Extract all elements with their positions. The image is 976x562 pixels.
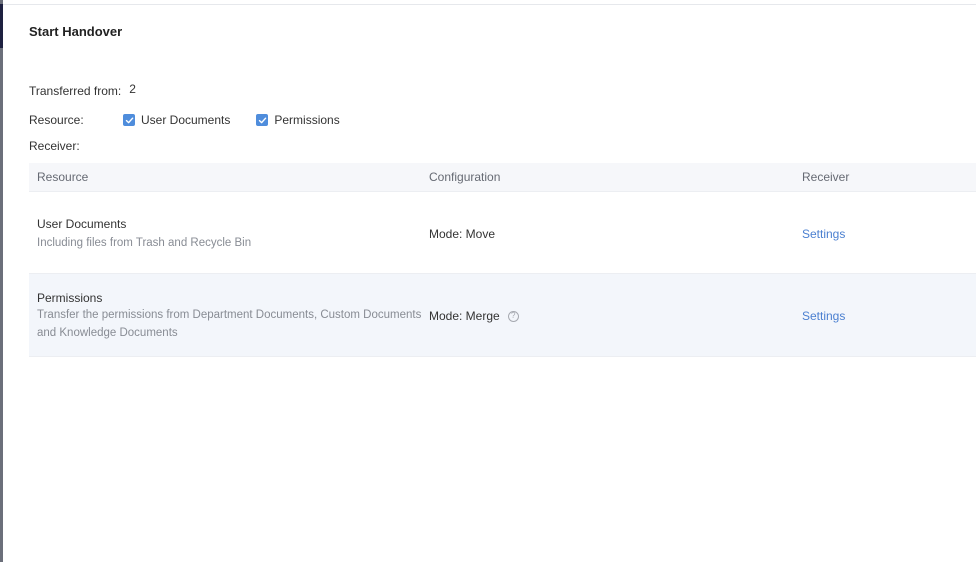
row-mode: Mode: Merge ? [429, 309, 519, 323]
row-resource-description-line1: Transfer the permissions from Department… [37, 309, 422, 321]
checkbox-label-user-documents: User Documents [141, 113, 231, 127]
row-resource-title: User Documents [37, 217, 127, 231]
row-receiver-cell: Settings [802, 309, 845, 323]
handover-table: Resource Configuration Receiver User Doc… [29, 163, 976, 357]
transferred-from-row: Transferred from: 2 [29, 82, 136, 98]
transferred-from-label: Transferred from: [29, 84, 122, 98]
table-header: Resource Configuration Receiver [29, 163, 976, 192]
settings-link[interactable]: Settings [802, 227, 845, 241]
header-configuration: Configuration [429, 170, 501, 184]
checkbox-permissions[interactable]: Permissions [256, 113, 340, 127]
header-resource: Resource [37, 170, 89, 184]
settings-link[interactable]: Settings [802, 309, 845, 323]
transferred-from-value: 2 [129, 82, 136, 96]
checkmark-icon[interactable] [256, 114, 269, 126]
question-circle-icon[interactable]: ? [507, 310, 519, 322]
checkbox-user-documents[interactable]: User Documents [123, 113, 230, 127]
table-row: User Documents Including files from Tras… [29, 192, 976, 274]
checkmark-icon[interactable] [123, 114, 135, 126]
row-mode-text: Mode: Move [429, 227, 496, 241]
window-left-edge [0, 0, 3, 562]
row-mode-text: Mode: Merge [429, 309, 500, 323]
row-resource-description: Including files from Trash and Recycle B… [37, 237, 252, 249]
row-mode: Mode: Move [429, 227, 495, 241]
row-resource-cell: User Documents Including files from Tras… [37, 217, 251, 252]
checkbox-label-permissions: Permissions [274, 113, 340, 127]
dialog-top-border [3, 4, 976, 5]
resource-label: Resource: [29, 113, 84, 127]
row-resource-cell: Permissions Transfer the permissions fro… [37, 291, 427, 342]
resource-row: Resource: User Documents Permissions [29, 113, 340, 127]
table-row: Permissions Transfer the permissions fro… [29, 274, 976, 357]
receiver-label: Receiver: [29, 139, 80, 153]
receiver-row: Receiver: [29, 139, 80, 153]
row-resource-title: Permissions [37, 291, 103, 305]
row-resource-description-line2: and Knowledge Documents [37, 327, 178, 339]
row-receiver-cell: Settings [802, 227, 845, 241]
dialog-title: Start Handover [29, 24, 123, 39]
header-receiver: Receiver [802, 170, 850, 184]
window-left-edge-accent [0, 4, 3, 48]
